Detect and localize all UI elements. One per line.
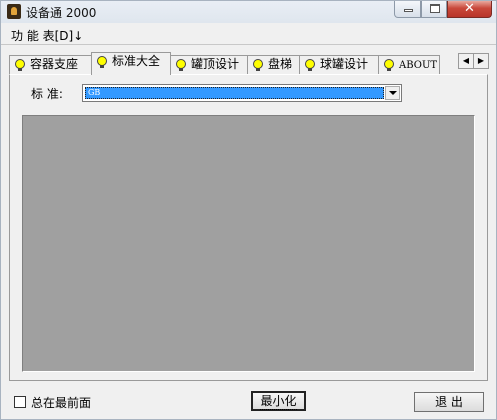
tab-spiral-stair[interactable]: 盘梯 [247, 55, 300, 74]
maximize-icon [430, 4, 440, 13]
tab-container-support[interactable]: 容器支座 [9, 55, 92, 74]
close-window-button[interactable]: ✕ [447, 1, 492, 18]
minimize-icon [404, 9, 413, 12]
title-bar[interactable]: 设备通 2000 ✕ [1, 1, 496, 23]
bulb-icon [97, 56, 107, 68]
tab-label: ABOUT [399, 60, 438, 71]
standard-select-value: GB [85, 87, 384, 99]
maximize-window-button[interactable] [421, 1, 447, 18]
chevron-down-icon[interactable] [385, 86, 400, 100]
tab-label: 标准大全 [112, 54, 161, 68]
menu-function-table[interactable]: 功 能 表[D]↓ [11, 27, 83, 44]
always-on-top-checkbox[interactable] [14, 396, 26, 408]
minimize-button-label: 最小化 [260, 394, 297, 410]
bulb-icon [305, 59, 315, 71]
tab-scroll-right-button[interactable]: ▶ [473, 53, 489, 69]
standards-content-area[interactable] [22, 115, 475, 372]
bulb-icon [384, 59, 394, 71]
exit-button[interactable]: 退 出 [414, 392, 484, 412]
tab-scroll-left-button[interactable]: ◀ [458, 53, 474, 69]
menu-bar: 功 能 表[D]↓ [1, 24, 496, 44]
tab-label: 盘梯 [268, 57, 293, 71]
tab-spherical-tank-design[interactable]: 球罐设计 [299, 55, 379, 74]
tab-label: 球罐设计 [320, 57, 369, 71]
standard-label: 标 准: [31, 87, 63, 101]
menu-divider [1, 44, 496, 45]
tab-label: 容器支座 [30, 57, 79, 71]
tab-standards[interactable]: 标准大全 [91, 52, 171, 75]
bulb-icon [176, 59, 186, 71]
close-icon: ✕ [464, 1, 475, 16]
window-title: 设备通 2000 [26, 6, 97, 20]
bulb-icon [15, 59, 25, 71]
app-icon[interactable] [7, 4, 21, 19]
tab-tank-roof-design[interactable]: 罐顶设计 [170, 55, 248, 74]
standard-select[interactable]: GB [82, 84, 402, 102]
app-window: 设备通 2000 ✕ 功 能 表[D]↓ 容器支座 标准大全 罐顶设计 盘梯 球… [0, 0, 497, 420]
bulb-icon [253, 59, 263, 71]
tab-about[interactable]: ABOUT [378, 55, 440, 74]
minimize-button[interactable]: 最小化 [251, 391, 306, 411]
tab-label: 罐顶设计 [191, 57, 240, 71]
always-on-top-label[interactable]: 总在最前面 [31, 394, 91, 411]
minimize-window-button[interactable] [394, 1, 421, 18]
